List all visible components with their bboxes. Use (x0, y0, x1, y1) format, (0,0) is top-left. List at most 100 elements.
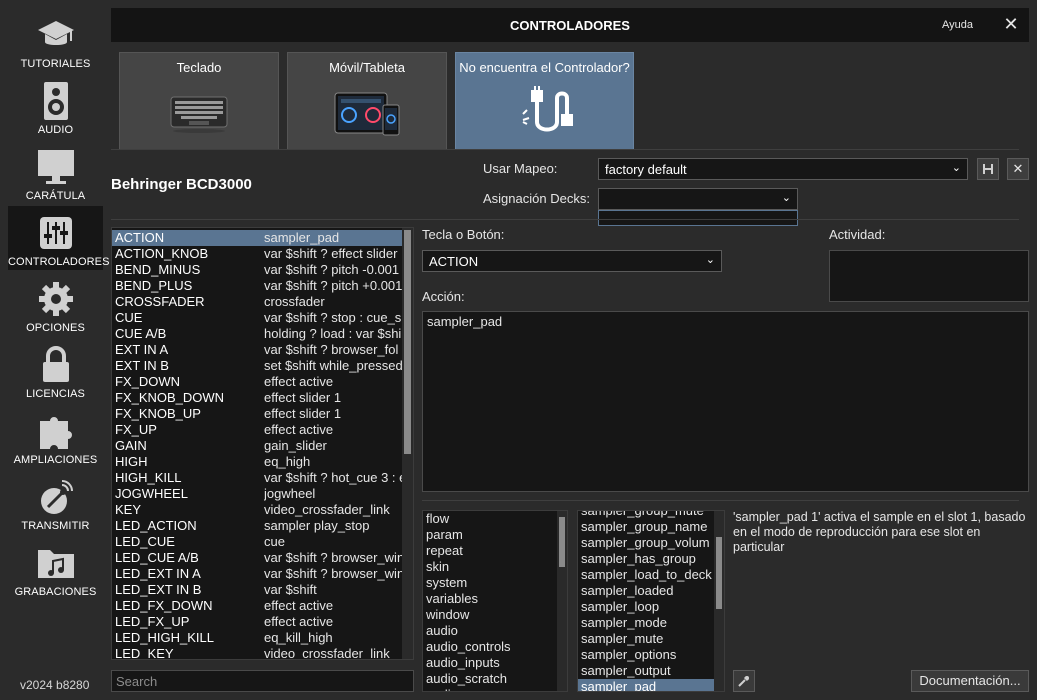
list-item[interactable]: variables (426, 591, 478, 607)
keys-scrollbar[interactable] (402, 228, 413, 659)
list-item[interactable]: sampler_loaded (581, 583, 674, 599)
list-item[interactable]: sampler_group_volum (581, 535, 710, 551)
key-name: EXT IN B (115, 358, 169, 373)
table-row[interactable]: EXT IN B set $shift while_pressed (112, 358, 402, 374)
list-item[interactable]: audio_scratch (426, 671, 507, 687)
table-row[interactable]: BEND_PLUS var $shift ? pitch +0.001 (112, 278, 402, 294)
table-row[interactable]: FX_DOWN effect active (112, 374, 402, 390)
table-row[interactable]: LED_CUE A/B var $shift ? browser_win (112, 550, 402, 566)
decks-select[interactable]: ⌄ (598, 188, 798, 210)
action-editor[interactable]: sampler_pad (422, 311, 1029, 492)
sidebar-item-ampliaciones[interactable]: AMPLIACIONES (8, 404, 103, 468)
list-item[interactable]: sampler_group_name (581, 519, 707, 535)
table-row[interactable]: GAIN gain_slider (112, 438, 402, 454)
sidebar-item-label: TUTORIALES (20, 58, 91, 70)
list-item[interactable]: system (426, 575, 467, 591)
key-select[interactable]: ACTION ⌄ (422, 250, 722, 272)
list-item[interactable]: repeat (426, 543, 463, 559)
sidebar-item-grabaciones[interactable]: GRABACIONES (8, 536, 103, 600)
documentation-button[interactable]: Documentación... (911, 670, 1029, 692)
tab-teclado[interactable]: Teclado (119, 52, 279, 150)
device-name: Behringer BCD3000 (111, 176, 252, 193)
page-title: CONTROLADORES (510, 18, 630, 33)
list-item[interactable]: sampler_mode (581, 615, 667, 631)
list-item[interactable]: sampler_group_mute (581, 511, 704, 519)
keys-scrollbar-thumb[interactable] (404, 230, 411, 454)
eyedropper-icon (738, 675, 750, 687)
sidebar-item-licencias[interactable]: LICENCIAS (8, 338, 103, 402)
table-row[interactable]: BEND_MINUS var $shift ? pitch -0.001 (112, 262, 402, 278)
verbs-scrollbar-thumb[interactable] (716, 537, 722, 609)
delete-mapping-button[interactable]: ✕ (1007, 158, 1029, 180)
table-row[interactable]: JOGWHEEL jogwheel (112, 486, 402, 502)
table-row[interactable]: FX_KNOB_DOWN effect slider 1 (112, 390, 402, 406)
action-text: sampler_pad (427, 314, 503, 329)
table-row[interactable]: LED_FX_DOWN effect active (112, 598, 402, 614)
table-row[interactable]: LED_CUE cue (112, 534, 402, 550)
list-item[interactable]: window (426, 607, 469, 623)
tab-movil-tableta[interactable]: Móvil/Tableta (287, 52, 447, 150)
sidebar-item-caratula[interactable]: CARÁTULA (8, 140, 103, 204)
list-item[interactable]: audio_controls (426, 639, 511, 655)
list-item[interactable]: flow (426, 511, 449, 527)
divider (111, 149, 1019, 150)
table-row[interactable]: LED_EXT IN B var $shift (112, 582, 402, 598)
table-row[interactable]: FX_UP effect active (112, 422, 402, 438)
table-row[interactable]: LED_KEY video_crossfader_link (112, 646, 402, 659)
verbs-list[interactable]: sampler_pad sampler_output sampler_options… (577, 510, 725, 692)
table-row[interactable]: FX_KNOB_UP effect slider 1 (112, 406, 402, 422)
sidebar-item-transmitir[interactable]: TRANSMITIR (8, 470, 103, 534)
table-row[interactable]: HIGH eq_high (112, 454, 402, 470)
sidebar-item-label: OPCIONES (26, 322, 85, 334)
picker-button[interactable] (733, 670, 755, 692)
chevron-down-icon: ⌄ (781, 192, 791, 204)
table-row[interactable]: HIGH_KILL var $shift ? hot_cue 3 : e (112, 470, 402, 486)
categories-scrollbar-thumb[interactable] (559, 517, 565, 567)
search-input[interactable]: Search (111, 670, 414, 692)
keys-list[interactable]: LED_KEY video_crossfader_link LED_HIGH_KIL… (111, 227, 414, 660)
table-row[interactable]: ACTION sampler_pad (112, 230, 402, 246)
key-action: cue (264, 534, 285, 549)
list-item[interactable]: param (426, 527, 463, 543)
list-item[interactable]: sampler_load_to_deck (581, 567, 712, 583)
sidebar-item-controladores[interactable]: CONTROLADORES (8, 206, 109, 270)
table-row[interactable]: LED_EXT IN A var $shift ? browser_win (112, 566, 402, 582)
tab-no-encuentra[interactable]: No encuentra el Controlador? (455, 52, 634, 150)
key-name: CUE (115, 310, 143, 325)
verbs-scrollbar[interactable] (714, 511, 724, 691)
list-item[interactable]: skin (426, 559, 449, 575)
table-row[interactable]: CUE A/B holding ? load : var $shi (112, 326, 402, 342)
list-item[interactable]: audio_inputs (426, 655, 500, 671)
table-row[interactable]: ACTION_KNOB var $shift ? effect slider (112, 246, 402, 262)
save-button[interactable] (977, 158, 999, 180)
list-item[interactable]: audio_sync (426, 687, 492, 691)
list-item[interactable]: sampler_pad (578, 679, 714, 691)
table-row[interactable]: KEY video_crossfader_link (112, 502, 402, 518)
table-row[interactable]: LED_FX_UP effect active (112, 614, 402, 630)
key-action: sampler play_stop (264, 518, 370, 533)
table-row[interactable]: LED_HIGH_KILL eq_kill_high (112, 630, 402, 646)
close-icon[interactable]: ✕ (1001, 14, 1021, 34)
list-item[interactable]: sampler_has_group (581, 551, 696, 567)
table-row[interactable]: EXT IN A var $shift ? browser_fol (112, 342, 402, 358)
sidebar-item-audio[interactable]: AUDIO (8, 74, 103, 138)
sidebar-item-opciones[interactable]: OPCIONES (8, 272, 103, 336)
table-row[interactable]: CROSSFADER crossfader (112, 294, 402, 310)
list-item[interactable]: sampler_loop (581, 599, 659, 615)
categories-scrollbar[interactable] (557, 511, 567, 691)
help-link[interactable]: Ayuda (942, 19, 973, 31)
key-action: effect active (264, 598, 334, 613)
table-row[interactable]: CUE var $shift ? stop : cue_s (112, 310, 402, 326)
list-item[interactable]: sampler_mute (581, 631, 663, 647)
action-label: Acción: (422, 289, 465, 304)
table-row[interactable]: LED_ACTION sampler play_stop (112, 518, 402, 534)
title-bar: CONTROLADORES Ayuda ✕ (111, 8, 1029, 42)
decks-dropdown[interactable] (598, 210, 798, 226)
divider (111, 219, 1019, 220)
list-item[interactable]: sampler_options (581, 647, 676, 663)
categories-list[interactable]: audio_syncaudio_scratchaudio_inputsaudio… (422, 510, 568, 692)
list-item[interactable]: audio (426, 623, 458, 639)
sidebar-item-tutoriales[interactable]: TUTORIALES (8, 8, 103, 72)
mapping-select[interactable]: factory default ⌄ (598, 158, 968, 180)
list-item[interactable]: sampler_output (581, 663, 671, 679)
